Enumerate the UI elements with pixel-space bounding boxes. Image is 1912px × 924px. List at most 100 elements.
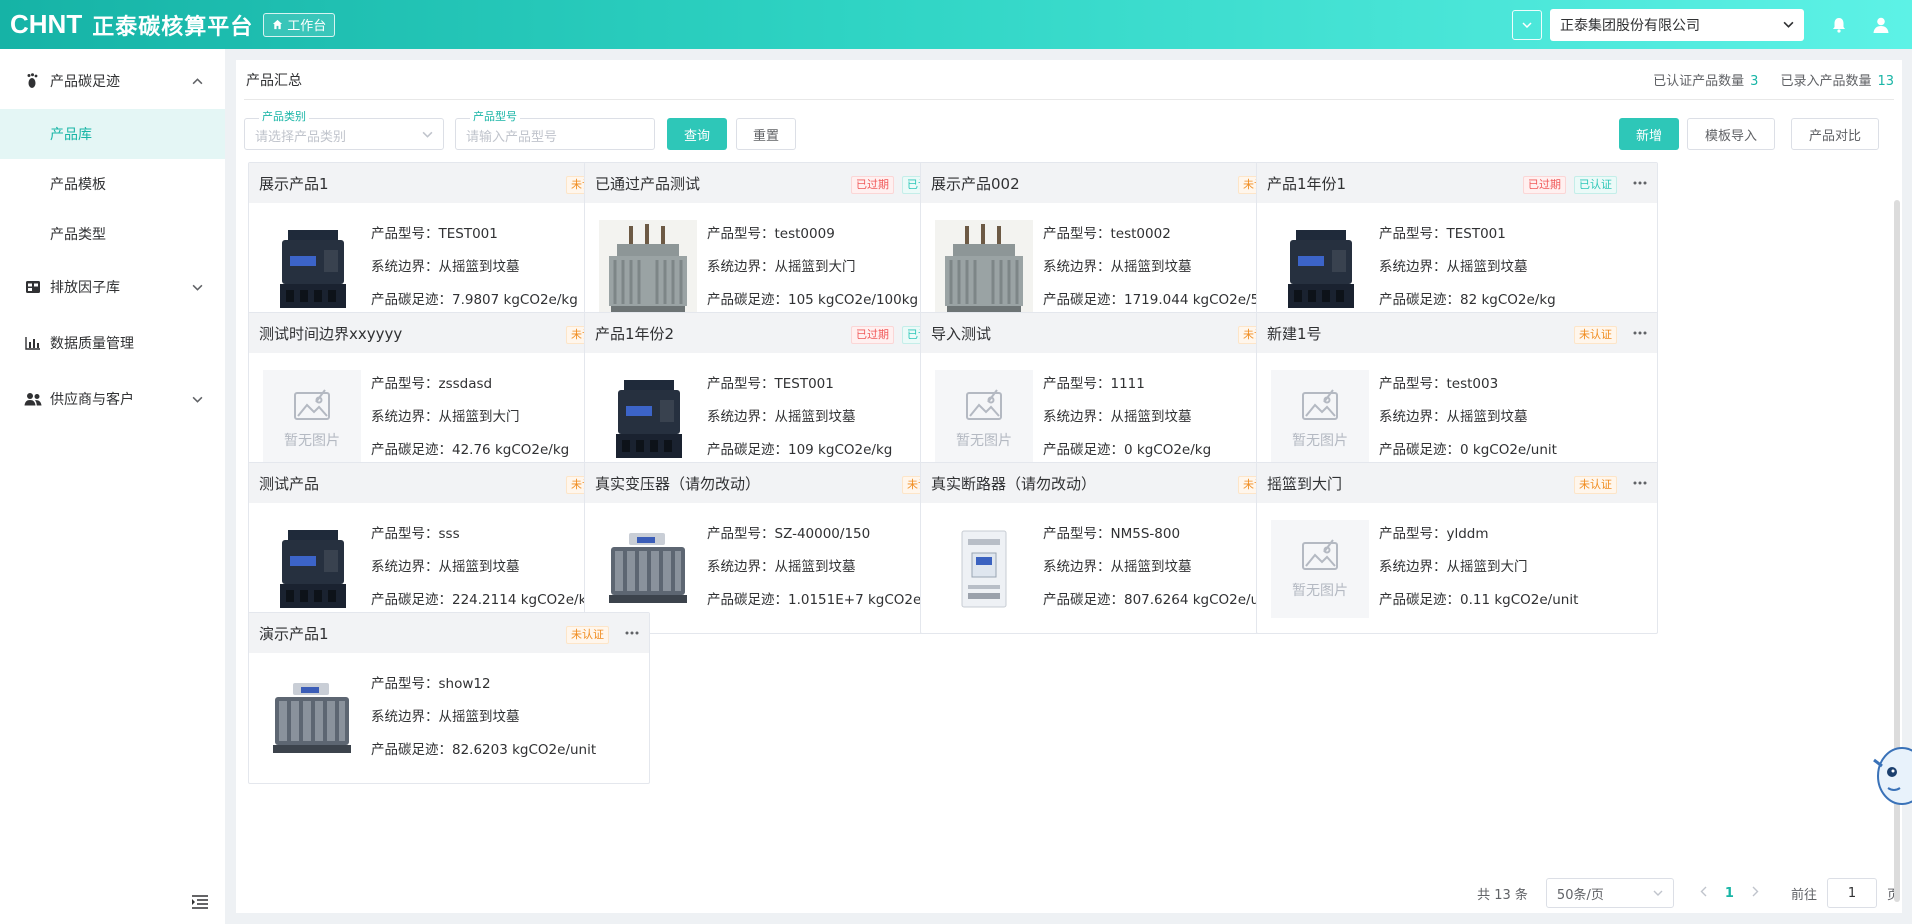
company-select[interactable]: 正泰集团股份有限公司: [1550, 8, 1804, 41]
product-name[interactable]: 真实变压器（请勿改动）: [595, 473, 760, 494]
product-name[interactable]: 导入测试: [931, 323, 991, 344]
certified-count: 已认证产品数量 3: [1653, 70, 1758, 89]
page-size-value: 50条/页: [1556, 887, 1604, 903]
reset-button[interactable]: 重置: [736, 118, 796, 150]
product-model-label: 产品型号：: [1379, 226, 1447, 242]
category-select[interactable]: 产品类别 请选择产品类别: [244, 111, 444, 150]
user-avatar-icon[interactable]: [1870, 14, 1892, 36]
product-card[interactable]: 摇篮到大门 未认证 暂无图片 产品型号：ylddm 系统边界：从摇篮到大门 产品碳足迹：0…: [1256, 462, 1658, 634]
carbon-footprint-value: 0 kgCO2e/kg: [1124, 442, 1212, 458]
product-name[interactable]: 摇篮到大门: [1267, 473, 1342, 494]
sidebar-group-data-quality[interactable]: 数据质量管理: [0, 315, 225, 371]
sidebar-group-label: 数据质量管理: [50, 336, 134, 352]
product-card-header: 演示产品1 未认证: [249, 613, 649, 653]
product-image: [263, 670, 361, 768]
product-model-label: 产品型号：: [371, 376, 439, 392]
product-model-label: 产品型号：: [1043, 226, 1111, 242]
product-name[interactable]: 演示产品1: [259, 623, 329, 644]
carbon-footprint-label: 产品碳足迹：: [371, 292, 452, 308]
sidebar-group-suppliers[interactable]: 供应商与客户: [0, 371, 225, 427]
system-boundary-label: 系统边界：: [1043, 409, 1111, 425]
product-name[interactable]: 产品1年份2: [595, 323, 674, 344]
system-boundary-label: 系统边界：: [1379, 409, 1447, 425]
product-model-value: test003: [1446, 376, 1499, 392]
more-actions-icon[interactable]: [1633, 473, 1647, 489]
product-card-header: 摇篮到大门 未认证: [1257, 463, 1657, 503]
next-page-icon[interactable]: [1752, 886, 1759, 901]
certified-count-label: 已认证产品数量: [1653, 74, 1745, 89]
product-model-row: 产品型号：NM5S-800: [1043, 518, 1277, 551]
sidebar-group-label: 产品碳足迹: [50, 74, 120, 90]
product-name[interactable]: 产品1年份1: [1267, 173, 1346, 194]
notification-bell-icon[interactable]: [1828, 14, 1850, 36]
carbon-footprint-value: 0 kgCO2e/unit: [1460, 442, 1557, 458]
current-page[interactable]: 1: [1725, 886, 1734, 901]
assistant-mascot-icon[interactable]: [1868, 738, 1912, 808]
product-compare-button[interactable]: 产品对比: [1791, 118, 1879, 150]
system-boundary-value: 从摇篮到坟墓: [1446, 409, 1528, 425]
system-boundary-row: 系统边界：从摇篮到坟墓: [371, 551, 595, 584]
template-import-button[interactable]: 模板导入: [1687, 118, 1775, 150]
system-boundary-row: 系统边界：从摇篮到大门: [707, 251, 918, 284]
company-logo[interactable]: CHNT: [10, 9, 82, 40]
product-name[interactable]: 真实断路器（请勿改动）: [931, 473, 1096, 494]
sidebar-group-label: 排放因子库: [50, 280, 120, 296]
system-boundary-label: 系统边界：: [1379, 559, 1447, 575]
sidebar-group-product-footprint[interactable]: 产品碳足迹: [0, 53, 225, 109]
system-boundary-label: 系统边界：: [371, 709, 439, 725]
add-product-button[interactable]: 新增: [1619, 118, 1679, 150]
product-model-row: 产品型号：1111: [1043, 368, 1211, 401]
product-model-value: test0009: [774, 226, 835, 242]
entered-count-value: 13: [1877, 74, 1894, 89]
system-boundary-value: 从摇篮到坟墓: [1110, 259, 1192, 275]
users-icon: [24, 390, 42, 408]
goto-page-input[interactable]: 1: [1826, 878, 1877, 908]
prev-page-icon[interactable]: [1700, 886, 1707, 901]
status-badge: 已认证: [1574, 176, 1617, 194]
chevron-down-icon: [192, 392, 203, 406]
sidebar-item-product-type[interactable]: 产品类型: [0, 209, 225, 259]
product-card-header: 新建1号 未认证: [1257, 313, 1657, 353]
page-size-select[interactable]: 50条/页: [1545, 878, 1674, 908]
system-boundary-label: 系统边界：: [707, 259, 775, 275]
product-model-row: 产品型号：show12: [371, 668, 596, 701]
carbon-footprint-label: 产品碳足迹：: [1043, 292, 1124, 308]
system-boundary-label: 系统边界：: [707, 559, 775, 575]
product-image: [263, 520, 361, 618]
carbon-footprint-row: 产品碳足迹：82.6203 kgCO2e/unit: [371, 734, 596, 767]
product-model-value: NM5S-800: [1110, 526, 1181, 542]
entered-count: 已录入产品数量 13: [1780, 70, 1894, 89]
more-actions-icon[interactable]: [1633, 323, 1647, 339]
more-actions-icon[interactable]: [1633, 173, 1647, 189]
query-button[interactable]: 查询: [667, 118, 727, 150]
product-card[interactable]: 演示产品1 未认证产品型号：show12 系统边界：从摇篮到坟墓 产品碳足迹：82.6…: [248, 612, 650, 784]
no-image-placeholder: 暂无图片: [1271, 520, 1369, 618]
product-image: [935, 220, 1033, 318]
product-card[interactable]: 产品1年份1 已过期 已认证 产品型号：TEST001 系统边界：从摇篮到坟墓 产品碳足迹…: [1256, 162, 1658, 334]
system-boundary-row: 系统边界：从摇篮到坟墓: [371, 701, 596, 734]
model-input[interactable]: 产品型号 请输入产品型号: [455, 111, 655, 150]
chevron-down-icon: [1522, 21, 1532, 28]
more-actions-icon[interactable]: [625, 623, 639, 639]
product-name[interactable]: 已通过产品测试: [595, 173, 700, 194]
carbon-footprint-value: 7.9807 kgCO2e/kg: [452, 292, 578, 308]
org-switch-button[interactable]: [1512, 9, 1542, 40]
sidebar-item-product-library[interactable]: 产品库: [0, 109, 225, 159]
carbon-footprint-value: 105 kgCO2e/100kg: [788, 292, 919, 308]
product-name[interactable]: 新建1号: [1267, 323, 1322, 344]
system-boundary-value: 从摇篮到大门: [1446, 559, 1528, 575]
carbon-footprint-value: 0.11 kgCO2e/unit: [1460, 592, 1579, 608]
goto-label: 前往: [1790, 887, 1817, 903]
sidebar-item-product-template[interactable]: 产品模板: [0, 159, 225, 209]
bar-chart-icon: [24, 334, 42, 352]
chevron-up-icon: [192, 74, 203, 88]
workbench-button[interactable]: 工作台: [263, 12, 336, 37]
collapse-sidebar-icon[interactable]: [191, 894, 209, 912]
product-name[interactable]: 测试产品: [259, 473, 319, 494]
product-card[interactable]: 新建1号 未认证 暂无图片 产品型号：test003 系统边界：从摇篮到坟墓 产品碳足迹：…: [1256, 312, 1658, 484]
product-name[interactable]: 展示产品1: [259, 173, 329, 194]
product-name[interactable]: 展示产品002: [931, 173, 1020, 194]
sidebar-group-emission-factors[interactable]: 排放因子库: [0, 259, 225, 315]
main-panel: 产品汇总 已认证产品数量 3 已录入产品数量 13 产品类别 请选择产品类别 产品型…: [236, 60, 1902, 913]
product-name[interactable]: 测试时间边界xxyyyy: [259, 323, 402, 344]
